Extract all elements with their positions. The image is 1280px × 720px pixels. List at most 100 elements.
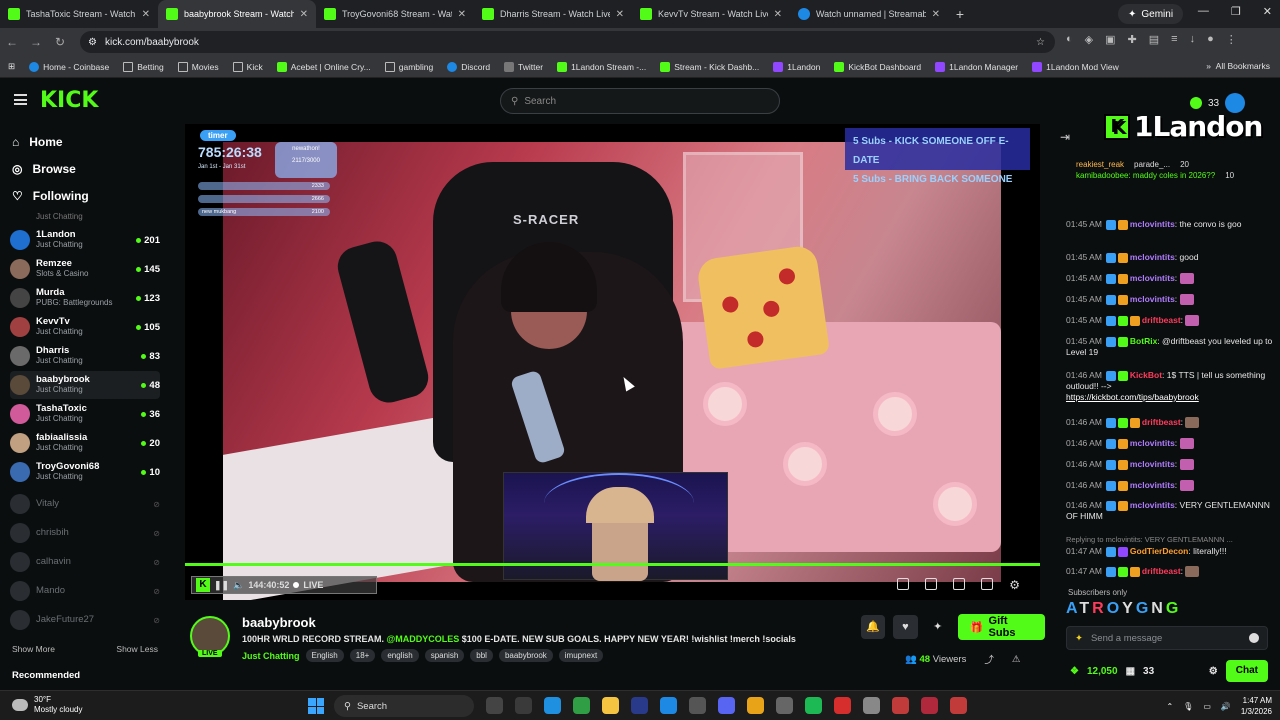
site-info-icon[interactable]: ⚙ — [88, 37, 97, 48]
bookmark-item[interactable]: 1Landon — [773, 61, 820, 72]
bookmark-item[interactable]: 1Landon Mod View — [1032, 61, 1119, 72]
weather-widget[interactable]: 30°F Mostly cloudy — [12, 695, 82, 715]
search-input[interactable]: ⚲ Search — [500, 88, 780, 114]
share-icon[interactable]: ⤴ — [984, 652, 994, 666]
browser-tab[interactable]: Dharris Stream - Watch Live on ✕ — [474, 0, 632, 28]
channel-item[interactable]: Dharris Just Chatting 83 — [10, 342, 160, 370]
file-explorer-icon[interactable] — [602, 697, 619, 714]
title-mention[interactable]: @MADDYCOLES — [387, 634, 460, 644]
tag-chip[interactable]: bbl — [470, 649, 493, 662]
volume-icon[interactable]: 🔈 — [233, 580, 244, 591]
extensions-puzzle-icon[interactable]: ✚ — [1128, 33, 1137, 46]
settings-gear-icon[interactable]: ⚙ — [1009, 578, 1020, 592]
app-red-icon[interactable] — [834, 697, 851, 714]
bookmark-folder[interactable]: Kick — [232, 61, 263, 72]
report-icon[interactable]: ⚠ — [1012, 654, 1021, 665]
tag-chip[interactable]: imupnext — [558, 649, 604, 662]
close-icon[interactable]: ✕ — [458, 9, 466, 20]
clock[interactable]: 1:47 AM 1/3/2026 — [1241, 695, 1272, 717]
app-icon[interactable] — [631, 697, 648, 714]
sidepanel-icon[interactable]: ▤ — [1149, 33, 1159, 46]
browser-tab[interactable]: TroyGovoni68 Stream - Watch L ✕ — [316, 0, 474, 28]
channel-item-offline[interactable]: Vitaly ⊘ — [10, 490, 160, 518]
channel-item[interactable]: TroyGovoni68 Just Chatting 10 — [10, 458, 160, 486]
forward-icon[interactable]: → — [24, 35, 48, 49]
browser-tab[interactable]: Watch unnamed | Streamable ✕ — [790, 0, 948, 28]
xbox-icon[interactable] — [573, 697, 590, 714]
kick-logo[interactable]: KICK — [40, 88, 98, 113]
emote-strip[interactable]: ATROYGNG — [1066, 600, 1181, 618]
bookmark-folder[interactable]: Betting — [123, 61, 164, 72]
twitch-extension-icon[interactable]: ▣ — [1105, 33, 1115, 46]
app-icon[interactable] — [921, 697, 938, 714]
new-tab-button[interactable]: + — [948, 6, 972, 22]
bookmark-item[interactable]: Stream - Kick Dashb... — [660, 61, 759, 72]
media-icon[interactable]: ≡ — [1171, 33, 1177, 46]
calculator-icon[interactable] — [689, 697, 706, 714]
bookmark-item[interactable]: 1Landon Stream -... — [557, 61, 646, 72]
url-field[interactable]: ⚙ kick.com/baabybrook ☆ — [80, 31, 1055, 53]
category-link[interactable]: Just Chatting — [242, 651, 300, 661]
close-icon[interactable]: ✕ — [774, 9, 782, 20]
mic-icon[interactable]: 🎙 — [1183, 702, 1193, 711]
bookmark-item[interactable]: KickBot Dashboard — [834, 61, 921, 72]
close-icon[interactable]: ✕ — [142, 9, 150, 20]
minimize-icon[interactable]: — — [1198, 5, 1209, 18]
settings-icon[interactable] — [776, 697, 793, 714]
channel-item[interactable]: KevvTv Just Chatting 105 — [10, 313, 160, 341]
tag-chip[interactable]: 18+ — [349, 649, 376, 662]
all-bookmarks[interactable]: » All Bookmarks — [1206, 61, 1270, 71]
windows-start-icon[interactable] — [308, 698, 324, 714]
kicks-coin-icon[interactable] — [1190, 97, 1202, 109]
bookmark-folder[interactable]: Movies — [177, 61, 219, 72]
bookmark-item[interactable]: 1Landon Manager — [935, 61, 1018, 72]
restore-icon[interactable]: ❐ — [1231, 5, 1241, 18]
channel-item-offline[interactable]: JakeFuture27 ⊘ — [10, 606, 160, 634]
spotify-icon[interactable] — [805, 697, 822, 714]
emoji-picker-icon[interactable] — [1249, 633, 1259, 643]
browser-tab[interactable]: TashaToxic Stream - Watch Live ✕ — [0, 0, 158, 28]
gemini-button[interactable]: ✦ Gemini — [1118, 4, 1184, 24]
show-more-button[interactable]: Show More — [12, 644, 55, 654]
channel-item[interactable]: TashaToxic Just Chatting 36 — [10, 400, 160, 428]
channel-item[interactable]: Remzee Slots & Casino 145 — [10, 255, 160, 283]
channel-item-offline[interactable]: Mando ⊘ — [10, 577, 160, 605]
edge-icon[interactable] — [544, 697, 561, 714]
sidebar-item-home[interactable]: ⌂ Home — [12, 135, 63, 149]
pin-icon[interactable]: ✦ — [926, 615, 950, 639]
pause-icon[interactable]: ❚❚ — [214, 580, 229, 591]
bookmark-item[interactable]: Discord — [447, 61, 490, 72]
gear-app-icon[interactable] — [863, 697, 880, 714]
kicks-balance[interactable]: 12,050 — [1087, 666, 1118, 677]
chat-settings-icon[interactable]: ⚙ — [1209, 666, 1218, 677]
discord-icon[interactable] — [718, 697, 735, 714]
bookmark-item[interactable]: Home - Coinbase — [29, 61, 109, 72]
browser-tab[interactable]: KevvTv Stream - Watch Live on ✕ — [632, 0, 790, 28]
browser-tab-active[interactable]: baabybrook Stream - Watch Live ✕ — [158, 0, 316, 28]
progress-bar[interactable] — [185, 563, 1040, 566]
channel-item-offline[interactable]: chrisbih ⊘ — [10, 519, 160, 547]
channel-item-active[interactable]: baabybrook Just Chatting 48 — [10, 371, 160, 399]
fullscreen-icon[interactable] — [981, 578, 994, 590]
menu-kebab-icon[interactable]: ⋮ — [1226, 33, 1237, 46]
gift-subs-button[interactable]: 🎁 Gift Subs — [957, 614, 1045, 640]
bookmark-star-icon[interactable]: ☆ — [1036, 37, 1045, 48]
tray-overflow-icon[interactable]: ⌃ — [1166, 702, 1173, 711]
send-chat-button[interactable]: Chat — [1225, 660, 1268, 682]
bookmark-item[interactable]: Acebet | Online Cry... — [276, 61, 371, 72]
hamburger-menu-icon[interactable] — [14, 94, 27, 105]
channel-item[interactable]: fabiaalissia Just Chatting 20 — [10, 429, 160, 457]
task-view-icon[interactable] — [486, 697, 503, 714]
close-icon[interactable]: ✕ — [932, 9, 940, 20]
display-icon[interactable]: ▭ — [1203, 702, 1211, 711]
tag-chip[interactable]: english — [381, 649, 419, 662]
close-window-icon[interactable]: ✕ — [1263, 5, 1272, 18]
tag-chip[interactable]: English — [305, 649, 344, 662]
notification-bell-icon[interactable]: 🔔 — [861, 615, 886, 639]
app-icon[interactable] — [950, 697, 967, 714]
close-icon[interactable]: ✕ — [300, 9, 308, 20]
reload-icon[interactable]: ↻ — [48, 35, 72, 49]
store-icon[interactable] — [515, 697, 532, 714]
speaker-icon[interactable]: 🔊 — [1221, 702, 1231, 711]
gift-count[interactable]: 33 — [1143, 666, 1154, 677]
